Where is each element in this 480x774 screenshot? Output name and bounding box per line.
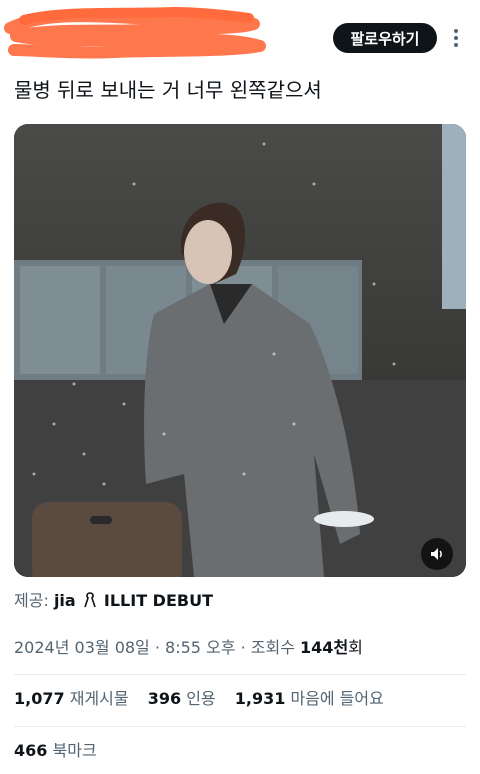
divider [14,726,466,727]
tweet-video[interactable] [14,124,466,577]
tweet-header: 팔로우하기 [0,0,480,70]
views-label: 조회수 [250,638,301,657]
bookmarks-label[interactable]: 북마크 [53,741,97,760]
tweet-text: 물병 뒤로 보내는 거 너무 왼쪽같으셔 [14,78,322,102]
divider [14,674,466,675]
views-suffix: 회 [348,638,363,657]
views-number: 144 [300,638,334,657]
tweet-time[interactable]: 8:55 오후 [165,638,235,657]
tweet-date[interactable]: 2024년 03월 08일 [14,638,150,657]
likes-count[interactable]: 1,931 [235,689,286,708]
quotes-count[interactable]: 396 [148,689,181,708]
follow-button[interactable]: 팔로우하기 [333,23,437,53]
redacted-username-scribble [4,6,266,59]
engagement-stats: 1,077 재게시물 396 인용 1,931 마음에 들어요 [14,688,398,710]
source-label: 제공: [14,591,49,610]
more-options-icon[interactable] [448,24,464,52]
source-name[interactable]: jia [54,591,76,610]
likes-label[interactable]: 마음에 들어요 [290,689,383,708]
separator: · [149,638,166,657]
quotes-label[interactable]: 인용 [186,689,215,708]
bookmarks-stat: 466 북마크 [14,740,97,762]
speaker-muted-icon [431,548,442,560]
separator: · [235,638,251,657]
reposts-label[interactable]: 재게시물 [70,689,129,708]
source-tagline: ILLIT DEBUT [103,591,213,610]
bookmarks-count[interactable]: 466 [14,741,47,760]
video-frame [14,124,466,577]
ribbon-icon [84,592,96,608]
reposts-count[interactable]: 1,077 [14,689,65,708]
mute-toggle-button[interactable] [421,538,453,570]
tweet-metadata: 2024년 03월 08일 · 8:55 오후 · 조회수 144천회 [14,637,363,659]
source-attribution: 제공: jia ILLIT DEBUT [14,590,213,612]
views-unit: 천 [333,638,349,657]
